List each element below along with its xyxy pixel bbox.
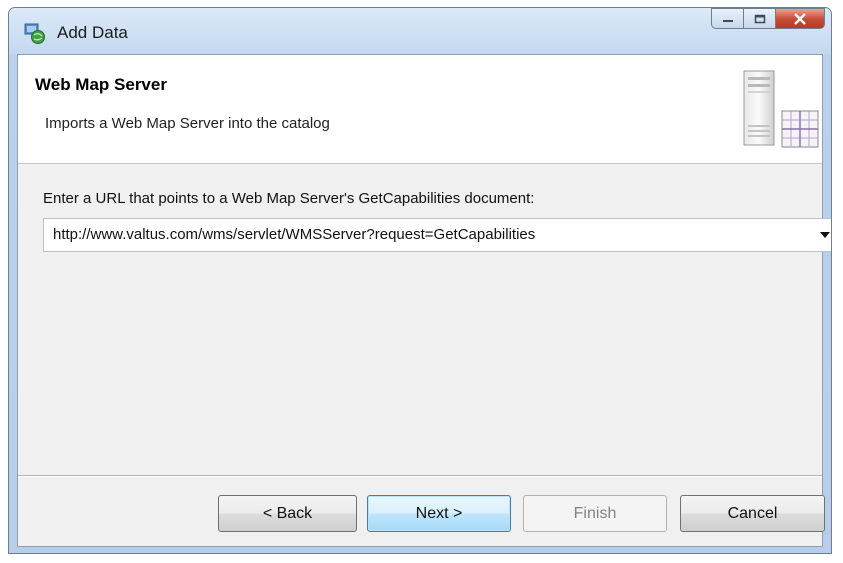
dropdown-arrow-icon[interactable] [820,232,830,238]
add-data-dialog: Add Data Web Map Server Imports a Web Ma… [8,7,832,554]
url-label: Enter a URL that points to a Web Map Ser… [43,190,535,207]
close-button[interactable] [775,8,825,29]
title-bar[interactable]: Add Data [9,8,831,54]
minimize-button[interactable] [711,8,743,29]
footer-separator [18,475,822,477]
wizard-header: Web Map Server Imports a Web Map Server … [18,55,822,164]
back-button[interactable]: < Back [218,495,357,532]
maximize-button[interactable] [743,8,775,29]
url-input[interactable]: http://www.valtus.com/wms/servlet/WMSSer… [53,226,535,243]
window-title: Add Data [57,23,128,42]
close-icon [794,12,806,25]
finish-button[interactable]: Finish [523,495,667,532]
window-controls [711,8,825,30]
url-combobox[interactable]: http://www.valtus.com/wms/servlet/WMSSer… [43,218,831,252]
minimize-icon [722,19,733,22]
cancel-button[interactable]: Cancel [680,495,825,532]
page-title: Web Map Server [35,75,167,94]
maximize-icon [754,14,765,23]
server-icon [743,70,819,148]
next-button[interactable]: Next > [367,495,511,532]
page-description: Imports a Web Map Server into the catalo… [45,115,330,132]
add-data-icon [24,23,45,44]
dialog-body: Web Map Server Imports a Web Map Server … [17,54,831,547]
